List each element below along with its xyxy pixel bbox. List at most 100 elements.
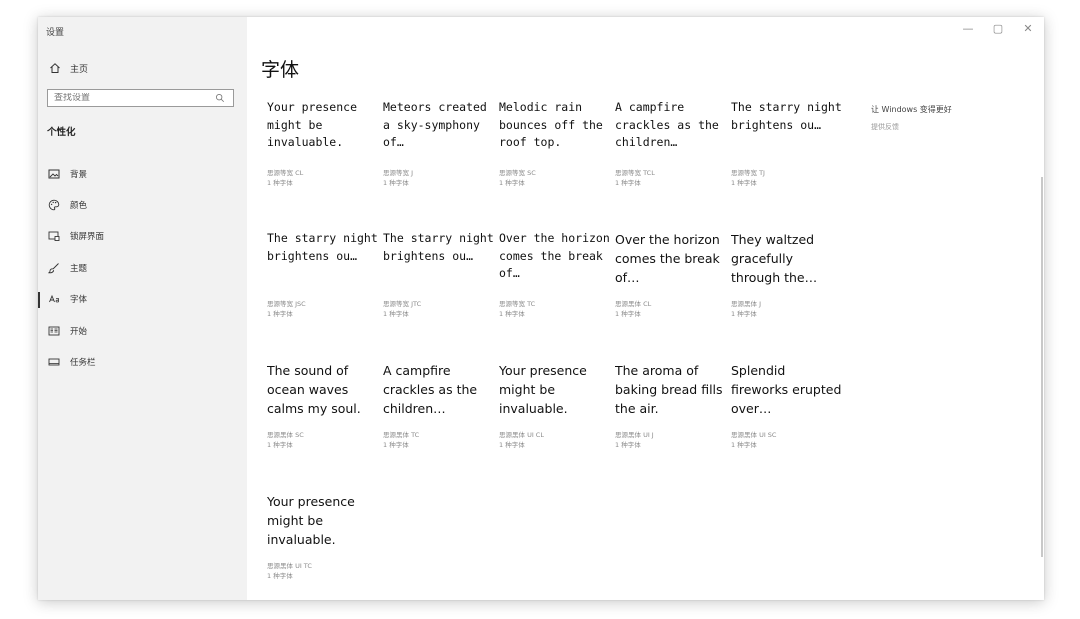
- section-title-personalization: 个性化: [47, 127, 76, 138]
- font-name: 思源等宽 JTC: [383, 300, 422, 308]
- sidebar-item-lock-screen[interactable]: 锁屏界面: [38, 221, 247, 252]
- font-preview: Your presence might be invaluable.: [267, 100, 358, 149]
- main-content: — ▢ ✕ 字体 Your presence might be invaluab…: [247, 17, 1044, 600]
- font-face-count: 1 种字体: [731, 441, 757, 449]
- scrollbar[interactable]: [1041, 177, 1043, 557]
- font-name: 思源等宽 TJ: [731, 169, 765, 177]
- font-card[interactable]: They waltzed gracefully through the… 思源黑…: [731, 230, 843, 352]
- font-preview: The starry night brightens ou…: [267, 231, 378, 263]
- sidebar-item-label: 背景: [70, 169, 88, 180]
- app-title: 设置: [46, 28, 65, 38]
- selection-indicator: [38, 229, 40, 245]
- sidebar-item-label: 锁屏界面: [70, 232, 105, 243]
- font-name: 思源黑体 CL: [615, 300, 652, 308]
- brush-icon: [47, 261, 61, 275]
- feedback-heading: 让 Windows 变得更好: [871, 105, 952, 114]
- selection-indicator: [38, 323, 40, 339]
- font-preview: The starry night brightens ou…: [383, 231, 494, 263]
- font-name: 思源黑体 UI J: [615, 431, 654, 439]
- image-icon: [47, 167, 61, 181]
- home-label: 主页: [70, 64, 89, 75]
- sidebar-item-taskbar[interactable]: 任务栏: [38, 346, 247, 377]
- settings-window: 设置 主页 个性化 背景: [38, 17, 1044, 600]
- sidebar-nav: 背景 颜色 锁屏界面 主题 字体 开始 任务栏: [38, 158, 247, 378]
- font-card[interactable]: The starry night brightens ou… 思源等宽 JTC …: [383, 230, 495, 352]
- sidebar-item-fonts[interactable]: 字体: [38, 284, 247, 315]
- start-icon: [47, 324, 61, 338]
- font-face-count: 1 种字体: [267, 441, 293, 449]
- font-card[interactable]: A campfire crackles as the children… 思源黑…: [383, 361, 495, 483]
- search-input[interactable]: [54, 93, 213, 103]
- font-name: 思源等宽 JSC: [267, 300, 306, 308]
- sidebar: 设置 主页 个性化 背景: [38, 17, 247, 600]
- selection-indicator: [38, 166, 40, 182]
- sidebar-item-label: 颜色: [70, 201, 88, 212]
- font-card[interactable]: The aroma of baking bread fills the air.…: [615, 361, 727, 483]
- font-preview: A campfire crackles as the children…: [383, 363, 478, 416]
- font-face-count: 1 种字体: [383, 310, 409, 318]
- font-card[interactable]: The starry night brightens ou… 思源等宽 TJ 1…: [731, 99, 843, 221]
- font-name: 思源等宽 J: [383, 169, 413, 177]
- font-card[interactable]: Your presence might be invaluable. 思源等宽 …: [267, 99, 379, 221]
- maximize-button[interactable]: ▢: [990, 22, 1006, 35]
- font-card[interactable]: The sound of ocean waves calms my soul. …: [267, 361, 379, 483]
- font-face-count: 1 种字体: [615, 310, 641, 318]
- related-settings: 让 Windows 变得更好 提供反馈: [871, 104, 1001, 132]
- font-name: 思源黑体 TC: [383, 431, 420, 439]
- font-face-count: 1 种字体: [383, 179, 409, 187]
- home-nav-item[interactable]: 主页: [48, 61, 88, 75]
- window-controls: — ▢ ✕: [960, 22, 1036, 35]
- font-face-count: 1 种字体: [267, 310, 293, 318]
- font-card[interactable]: Splendid fireworks erupted over… 思源黑体 UI…: [731, 361, 843, 483]
- font-face-count: 1 种字体: [499, 179, 525, 187]
- font-card[interactable]: Over the horizon comes the break of… 思源等…: [499, 230, 611, 352]
- font-face-count: 1 种字体: [731, 310, 757, 318]
- font-face-count: 1 种字体: [499, 310, 525, 318]
- sidebar-item-background[interactable]: 背景: [38, 158, 247, 189]
- font-preview: The aroma of baking bread fills the air.: [615, 363, 723, 416]
- font-name: 思源等宽 TCL: [615, 169, 655, 177]
- font-name: 思源黑体 SC: [267, 431, 304, 439]
- sidebar-item-label: 开始: [70, 326, 88, 337]
- sidebar-item-start[interactable]: 开始: [38, 315, 247, 346]
- sidebar-item-colors[interactable]: 颜色: [38, 189, 247, 220]
- search-icon[interactable]: [213, 91, 227, 105]
- font-card[interactable]: Over the horizon comes the break of… 思源黑…: [615, 230, 727, 352]
- font-card[interactable]: Your presence might be invaluable. 思源黑体 …: [267, 492, 379, 600]
- font-preview: A campfire crackles as the children…: [615, 100, 719, 149]
- lock-screen-icon: [47, 229, 61, 243]
- font-card[interactable]: Your presence might be invaluable. 思源黑体 …: [499, 361, 611, 483]
- font-name: 思源等宽 SC: [499, 169, 536, 177]
- taskbar-icon: [47, 355, 61, 369]
- palette-icon: [47, 198, 61, 212]
- font-card[interactable]: Meteors created a sky-symphony of… 思源等宽 …: [383, 99, 495, 221]
- sidebar-item-themes[interactable]: 主题: [38, 252, 247, 283]
- font-card[interactable]: A campfire crackles as the children… 思源等…: [615, 99, 727, 221]
- font-preview: Melodic rain bounces off the roof top.: [499, 100, 603, 149]
- font-name: 思源等宽 CL: [267, 169, 304, 177]
- font-preview: They waltzed gracefully through the…: [731, 232, 818, 285]
- font-face-count: 1 种字体: [615, 441, 641, 449]
- home-icon: [48, 61, 62, 75]
- font-face-count: 1 种字体: [499, 441, 525, 449]
- font-name: 思源黑体 J: [731, 300, 761, 308]
- font-preview: Meteors created a sky-symphony of…: [383, 100, 487, 149]
- font-card[interactable]: Melodic rain bounces off the roof top. 思…: [499, 99, 611, 221]
- font-face-count: 1 种字体: [267, 179, 293, 187]
- font-icon: [47, 292, 61, 306]
- minimize-button[interactable]: —: [960, 22, 976, 35]
- font-name: 思源黑体 UI TC: [267, 562, 312, 570]
- selection-indicator: [38, 291, 40, 308]
- feedback-link[interactable]: 提供反馈: [871, 122, 1001, 132]
- font-face-count: 1 种字体: [615, 179, 641, 187]
- font-face-count: 1 种字体: [267, 572, 293, 580]
- close-button[interactable]: ✕: [1020, 22, 1036, 35]
- font-face-count: 1 种字体: [383, 441, 409, 449]
- font-card[interactable]: The starry night brightens ou… 思源等宽 JSC …: [267, 230, 379, 352]
- search-box[interactable]: [47, 89, 234, 107]
- font-preview: The starry night brightens ou…: [731, 100, 842, 132]
- font-face-count: 1 种字体: [731, 179, 757, 187]
- font-name: 思源等宽 TC: [499, 300, 536, 308]
- font-preview: Over the horizon comes the break of…: [615, 232, 720, 285]
- page-title: 字体: [261, 59, 300, 81]
